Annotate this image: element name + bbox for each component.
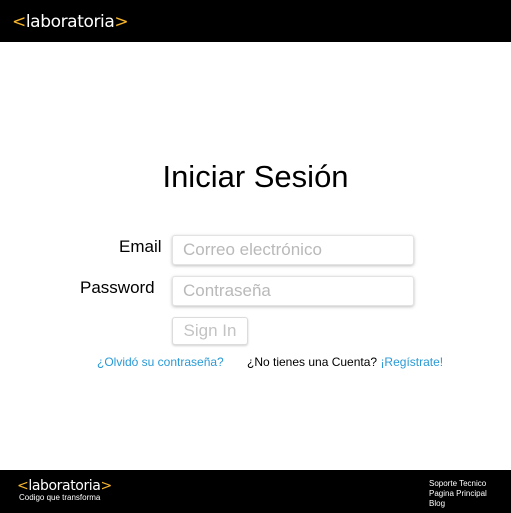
top-bar: <laboratoria> [0,0,511,42]
header-logo[interactable]: <laboratoria> [12,11,129,33]
logo-bracket-close: > [114,12,129,32]
no-account-text: ¿No tienes una Cuenta? [247,355,378,369]
footer-tagline: Codigo que transforma [19,493,101,502]
sign-in-button[interactable]: Sign In [172,317,248,345]
email-label: Email [119,237,162,256]
logo-name: laboratoria [25,12,115,32]
footer-link-blog[interactable]: Blog [429,499,509,509]
footer-logo-name: laboratoria [28,478,101,494]
footer-links: Soporte Tecnico Pagina Principal Blog [429,479,509,509]
logo-bracket-open: < [12,12,26,32]
footer-logo-bracket-close: > [100,478,112,494]
footer-logo-bracket-open: < [17,478,29,494]
password-field[interactable] [172,276,414,306]
email-field[interactable] [172,235,414,265]
forgot-password-link[interactable]: ¿Olvidó su contraseña? [97,355,224,370]
footer-logo[interactable]: <laboratoria> [17,478,112,494]
page-title: Iniciar Sesión [162,159,349,194]
register-prompt: ¿No tienes una Cuenta? ¡Regístrate! [247,355,443,370]
footer-link-pagina-principal[interactable]: Pagina Principal [429,489,509,499]
footer-link-soporte-tecnico[interactable]: Soporte Tecnico [429,479,509,489]
password-label: Password [80,278,155,297]
register-link[interactable]: ¡Regístrate! [380,355,443,369]
